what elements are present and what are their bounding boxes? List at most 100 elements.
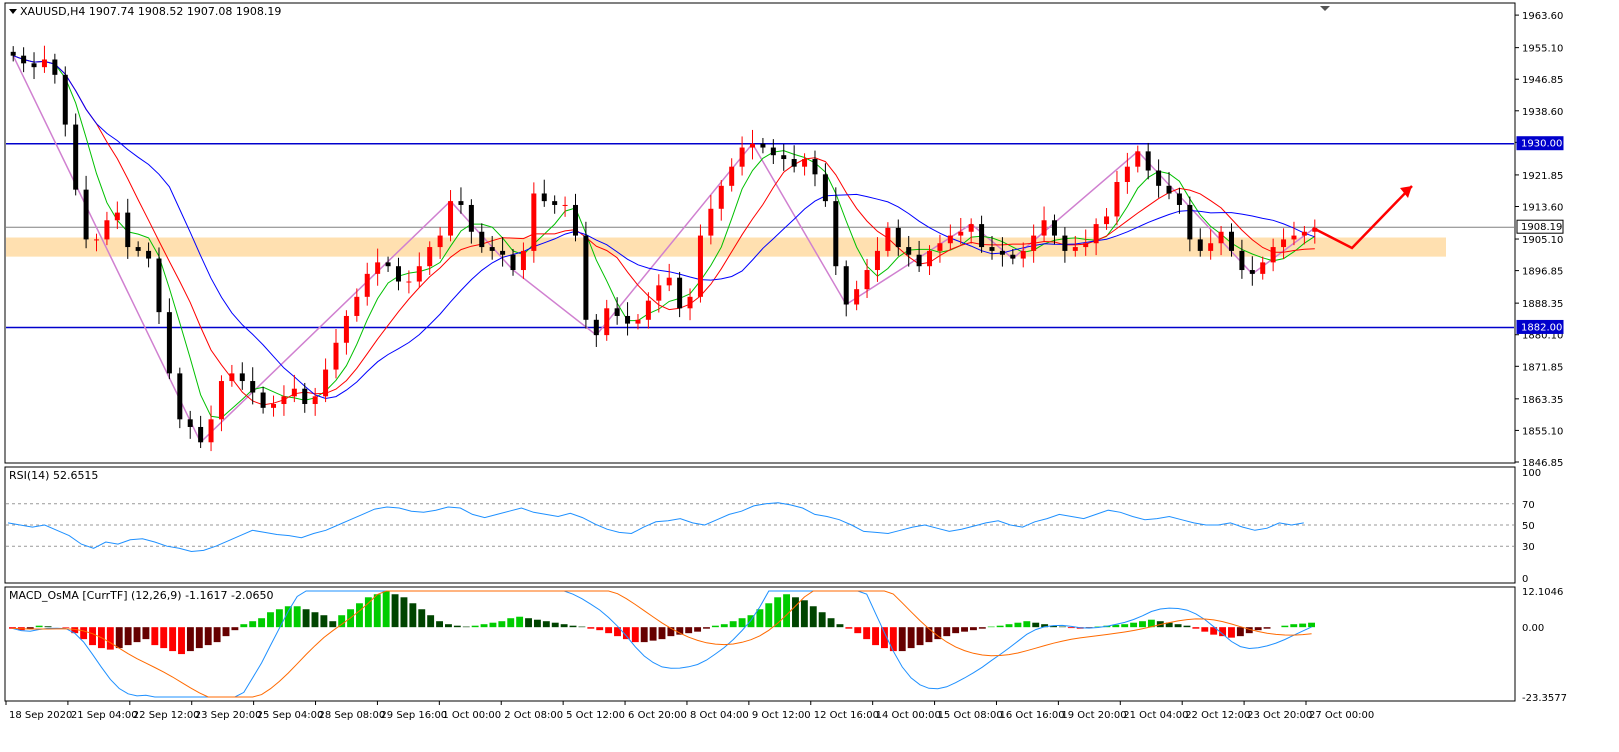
macd-panel[interactable] xyxy=(4,586,1516,702)
trading-chart[interactable]: 1963.601955.101946.851938.601930.351921.… xyxy=(0,0,1619,752)
candle-body[interactable] xyxy=(979,224,985,248)
candle-body[interactable] xyxy=(198,426,204,443)
candle-body[interactable] xyxy=(812,159,818,175)
candle-body[interactable] xyxy=(1301,231,1307,236)
candle-body[interactable] xyxy=(302,388,308,405)
candle-body[interactable] xyxy=(1145,151,1151,171)
candle-body[interactable] xyxy=(1228,231,1234,251)
candle-body[interactable] xyxy=(687,296,693,309)
candle-body[interactable] xyxy=(593,319,599,336)
candle-body[interactable] xyxy=(1156,170,1162,186)
candle-body[interactable] xyxy=(21,55,27,64)
candle-body[interactable] xyxy=(208,419,214,443)
candle-body[interactable] xyxy=(885,227,891,251)
candle-body[interactable] xyxy=(1208,243,1214,251)
candle-body[interactable] xyxy=(94,239,100,241)
candle-body[interactable] xyxy=(562,204,568,206)
candle-body[interactable] xyxy=(625,315,631,324)
candle-body[interactable] xyxy=(531,193,537,251)
candle-body[interactable] xyxy=(833,201,839,267)
candle-body[interactable] xyxy=(874,250,880,271)
candle-body[interactable] xyxy=(291,388,297,397)
candle-body[interactable] xyxy=(760,143,766,148)
candle-body[interactable] xyxy=(656,285,662,301)
candle-body[interactable] xyxy=(406,281,412,283)
candle-body[interactable] xyxy=(895,227,901,248)
candle-body[interactable] xyxy=(1166,185,1172,194)
candle-body[interactable] xyxy=(73,124,79,190)
candle-body[interactable] xyxy=(1041,220,1047,236)
candle-body[interactable] xyxy=(1291,235,1297,240)
candle-body[interactable] xyxy=(572,204,578,236)
candle-body[interactable] xyxy=(947,235,953,244)
rsi-panel[interactable] xyxy=(4,466,1516,584)
candle-body[interactable] xyxy=(843,266,849,305)
candle-body[interactable] xyxy=(614,308,620,316)
candle-body[interactable] xyxy=(146,250,152,259)
candle-body[interactable] xyxy=(416,266,422,282)
candle-body[interactable] xyxy=(1249,270,1255,274)
candle-body[interactable] xyxy=(1176,193,1182,205)
candle-body[interactable] xyxy=(739,147,745,167)
candle-body[interactable] xyxy=(343,315,349,343)
candle-body[interactable] xyxy=(677,277,683,309)
candle-body[interactable] xyxy=(802,159,808,167)
candle-body[interactable] xyxy=(312,396,318,405)
candle-body[interactable] xyxy=(62,74,68,125)
candle-body[interactable] xyxy=(125,212,131,248)
candle-body[interactable] xyxy=(520,250,526,271)
candle-body[interactable] xyxy=(364,273,370,297)
candle-body[interactable] xyxy=(1197,239,1203,251)
candle-body[interactable] xyxy=(916,254,922,267)
candle-body[interactable] xyxy=(552,201,558,205)
candle-body[interactable] xyxy=(333,342,339,370)
candle-body[interactable] xyxy=(1010,254,1016,259)
candle-body[interactable] xyxy=(1051,220,1057,236)
candle-body[interactable] xyxy=(177,373,183,420)
candle-body[interactable] xyxy=(239,373,245,382)
candle-body[interactable] xyxy=(1062,235,1068,251)
candle-body[interactable] xyxy=(166,312,172,374)
candle-body[interactable] xyxy=(468,204,474,232)
candle-body[interactable] xyxy=(229,373,235,382)
candle-body[interactable] xyxy=(395,266,401,282)
candle-body[interactable] xyxy=(500,250,506,255)
candle-body[interactable] xyxy=(1083,243,1089,248)
candle-body[interactable] xyxy=(510,254,516,271)
candle-body[interactable] xyxy=(750,143,756,148)
candle-body[interactable] xyxy=(718,185,724,209)
candle-body[interactable] xyxy=(1072,247,1078,251)
candle-body[interactable] xyxy=(10,51,16,56)
candle-body[interactable] xyxy=(1020,250,1026,259)
candle-body[interactable] xyxy=(989,247,995,251)
candle-body[interactable] xyxy=(135,247,141,251)
candle-body[interactable] xyxy=(1270,247,1276,263)
candle-body[interactable] xyxy=(458,201,464,205)
candle-body[interactable] xyxy=(937,243,943,251)
candle-body[interactable] xyxy=(999,250,1005,255)
candle-body[interactable] xyxy=(385,262,391,267)
candle-body[interactable] xyxy=(448,201,454,236)
candle-body[interactable] xyxy=(489,247,495,251)
candle-body[interactable] xyxy=(604,308,610,336)
candle-body[interactable] xyxy=(864,270,870,290)
candle-body[interactable] xyxy=(1218,231,1224,244)
candle-body[interactable] xyxy=(1031,235,1037,251)
candle-body[interactable] xyxy=(822,174,828,202)
candle-body[interactable] xyxy=(31,63,37,68)
candle-body[interactable] xyxy=(666,277,672,286)
candle-body[interactable] xyxy=(104,220,110,240)
candle-body[interactable] xyxy=(187,419,193,427)
candle-body[interactable] xyxy=(250,381,256,393)
candle-body[interactable] xyxy=(1281,239,1287,248)
candle-body[interactable] xyxy=(1187,204,1193,240)
candle-body[interactable] xyxy=(281,396,287,405)
candle-body[interactable] xyxy=(968,224,974,232)
candle-body[interactable] xyxy=(83,189,89,240)
candle-body[interactable] xyxy=(114,212,120,221)
candle-body[interactable] xyxy=(218,381,224,420)
candle-body[interactable] xyxy=(958,231,964,236)
candle-body[interactable] xyxy=(1093,224,1099,244)
candle-body[interactable] xyxy=(41,59,47,68)
candle-body[interactable] xyxy=(927,250,933,267)
